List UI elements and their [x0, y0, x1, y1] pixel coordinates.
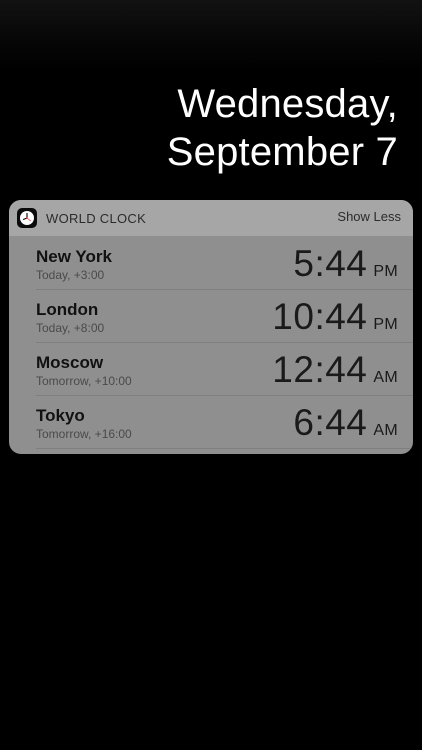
clock-row-new-york[interactable]: New York Today, +3:00 5:44 PM — [9, 237, 413, 290]
am-pm-label: AM — [373, 422, 398, 439]
city-name: London — [36, 300, 99, 319]
city-name: Tokyo — [36, 406, 85, 425]
status-area — [0, 0, 422, 70]
time-value: 12:44 — [272, 349, 368, 390]
show-less-button[interactable]: Show Less — [337, 209, 401, 224]
time-value: 10:44 — [272, 296, 368, 337]
time-value: 5:44 — [293, 243, 368, 284]
clock-time: 6:44 AM — [293, 402, 398, 444]
world-clock-widget[interactable]: WORLD CLOCK Show Less New York Today, +3… — [9, 200, 413, 454]
time-value: 6:44 — [293, 402, 368, 443]
clock-row-london[interactable]: London Today, +8:00 10:44 PM — [9, 290, 413, 343]
widget-header: WORLD CLOCK Show Less — [9, 200, 413, 237]
time-offset: Today, +8:00 — [36, 321, 105, 335]
clock-time: 5:44 PM — [293, 243, 398, 285]
am-pm-label: AM — [373, 369, 398, 386]
city-name: Moscow — [36, 353, 104, 372]
time-offset: Tomorrow, +16:00 — [36, 427, 132, 441]
clock-row-moscow[interactable]: Moscow Tomorrow, +10:00 12:44 AM — [9, 343, 413, 396]
lock-screen: Wednesday, September 7 WORLD CLOCK Show … — [0, 0, 422, 750]
city-name: New York — [36, 247, 112, 266]
am-pm-label: PM — [373, 316, 398, 333]
date-display: Wednesday, September 7 — [167, 80, 398, 176]
time-offset: Tomorrow, +10:00 — [36, 374, 132, 388]
clock-list: New York Today, +3:00 5:44 PM London Tod… — [9, 237, 413, 449]
time-offset: Today, +3:00 — [36, 268, 105, 282]
am-pm-label: PM — [373, 263, 398, 280]
clock-icon — [17, 208, 37, 228]
clock-time: 10:44 PM — [272, 296, 398, 338]
clock-time: 12:44 AM — [272, 349, 398, 391]
date-weekday: Wednesday, — [177, 82, 398, 126]
widget-title: WORLD CLOCK — [46, 210, 147, 226]
date-month-day: September 7 — [166, 130, 398, 174]
clock-row-tokyo[interactable]: Tokyo Tomorrow, +16:00 6:44 AM — [9, 396, 413, 449]
